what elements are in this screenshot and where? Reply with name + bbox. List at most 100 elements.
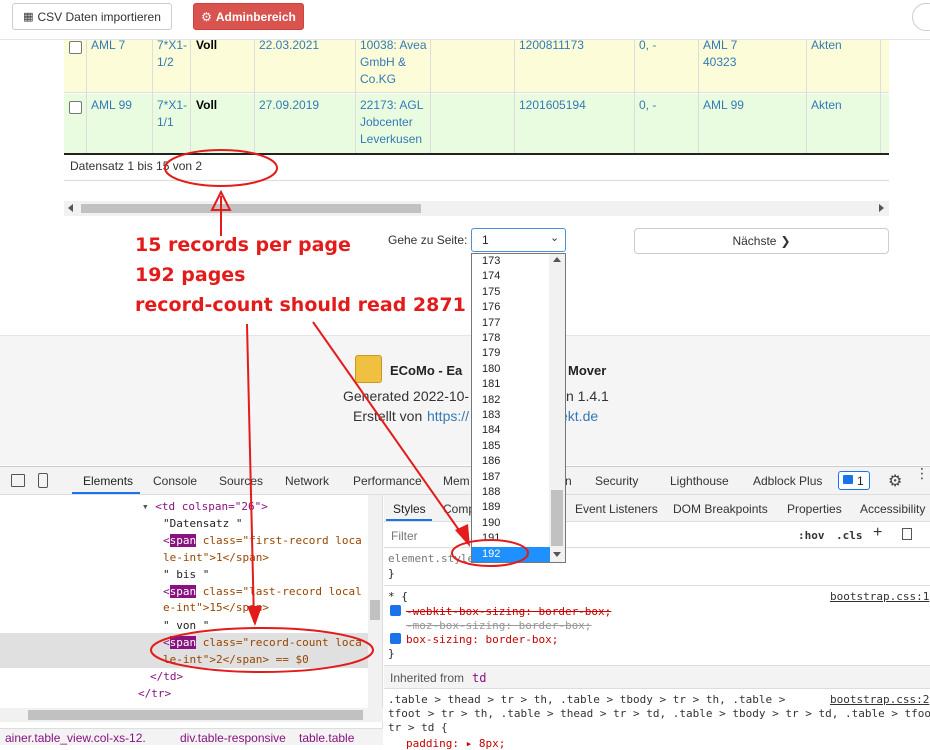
dom-line-selected[interactable]: <span class="record-count loca: [163, 636, 362, 649]
dom-line[interactable]: "Datensatz ": [163, 517, 242, 530]
css-property-overridden[interactable]: -moz-box-sizing: border-box;: [406, 619, 591, 632]
dom-line[interactable]: ▾ <td colspan="26">: [142, 500, 268, 513]
row-2-col-6: 1201605194: [519, 98, 586, 112]
tab-console[interactable]: Console: [153, 474, 197, 488]
dom-line[interactable]: le-int">1</span>: [163, 551, 269, 564]
row-1-col-3: Voll: [196, 38, 218, 52]
dom-line[interactable]: <span class="first-record loca: [163, 534, 362, 547]
tab-adblock[interactable]: Adblock Plus: [753, 474, 822, 488]
row-1-col-2: 7*X1-1/2: [157, 38, 188, 69]
dom-line[interactable]: " von ": [163, 619, 209, 632]
page-option[interactable]: 181: [472, 377, 550, 393]
page-option[interactable]: 182: [472, 393, 550, 409]
breadcrumb-item[interactable]: ainer.table_view.col-xs-12.: [5, 731, 146, 745]
row-checkbox[interactable]: [69, 41, 82, 54]
table-selector[interactable]: .table > thead > tr > th, .table > tbody…: [388, 693, 785, 706]
dom-line-selected[interactable]: le-int">2</span> == $0: [163, 653, 309, 666]
page-option[interactable]: 187: [472, 470, 550, 486]
page-option[interactable]: 183: [472, 408, 550, 424]
element-style-rule[interactable]: element.style: [388, 552, 474, 565]
tab-memory[interactable]: Mem: [443, 474, 470, 488]
css-property[interactable]: box-sizing: border-box;: [406, 633, 558, 646]
row-2-col-1[interactable]: AML 99: [91, 97, 132, 114]
table-selector[interactable]: tr > td {: [388, 721, 448, 734]
page-select[interactable]: 1 ⌄: [471, 228, 566, 252]
page-option[interactable]: 174: [472, 269, 550, 285]
scroll-left-arrow[interactable]: [68, 204, 73, 212]
tab-properties[interactable]: Properties: [787, 502, 842, 516]
tab-sources[interactable]: Sources: [219, 474, 263, 488]
next-page-button[interactable]: Nächste ❯: [634, 228, 889, 254]
admin-button[interactable]: ⚙ Adminbereich: [193, 3, 304, 30]
csv-import-button[interactable]: ▦ CSV Daten importieren: [12, 3, 172, 30]
page-option[interactable]: 180: [472, 362, 550, 378]
page-option[interactable]: 191: [472, 531, 550, 547]
settings-gear-icon[interactable]: ⚙: [888, 471, 902, 491]
hov-toggle[interactable]: :hov: [798, 529, 825, 542]
paint-icon[interactable]: [902, 528, 912, 540]
dom-line[interactable]: e-int">15</span>: [163, 601, 269, 614]
elements-scrollbar[interactable]: [368, 495, 382, 708]
dom-line[interactable]: <span class="last-record local: [163, 585, 362, 598]
tab-security[interactable]: Security: [595, 474, 638, 488]
bootstrap-source-link[interactable]: bootstrap.css:2: [830, 693, 929, 706]
elements-h-scrollbar-thumb[interactable]: [28, 710, 363, 720]
page-option[interactable]: 177: [472, 316, 550, 332]
page-option[interactable]: 179: [472, 346, 550, 362]
scroll-right-arrow[interactable]: [879, 204, 884, 212]
footer-link-start[interactable]: https://: [427, 408, 469, 425]
tab-dom-breakpoints[interactable]: DOM Breakpoints: [673, 502, 768, 516]
bootstrap-source-link[interactable]: bootstrap.css:1: [830, 590, 929, 603]
tab-network[interactable]: Network: [285, 474, 329, 488]
page-option[interactable]: 175: [472, 285, 550, 301]
tab-elements[interactable]: Elements: [83, 474, 133, 488]
styles-filter-input[interactable]: Filter: [391, 529, 418, 543]
dom-line[interactable]: " bis ": [163, 568, 209, 581]
issues-badge[interactable]: 1: [838, 471, 870, 490]
prop-checkbox[interactable]: [390, 605, 401, 616]
cls-toggle[interactable]: .cls: [836, 529, 863, 542]
tab-application[interactable]: n: [565, 474, 572, 488]
page-option[interactable]: 189: [472, 500, 550, 516]
dropdown-scrollbar-thumb[interactable]: [551, 490, 563, 546]
row-checkbox[interactable]: [69, 101, 82, 114]
page-option[interactable]: 185: [472, 439, 550, 455]
elements-h-scrollbar[interactable]: [0, 708, 383, 722]
breadcrumb-item[interactable]: div.table-responsive: [180, 731, 286, 745]
scrollbar-thumb[interactable]: [81, 204, 421, 213]
tab-event-listeners[interactable]: Event Listeners: [575, 502, 658, 516]
prop-checkbox[interactable]: [390, 633, 401, 644]
scroll-down-arrow[interactable]: [553, 552, 561, 557]
scroll-up-arrow[interactable]: [553, 257, 561, 262]
inspect-icon[interactable]: [11, 474, 25, 487]
page-option[interactable]: 178: [472, 331, 550, 347]
breadcrumb-item[interactable]: table.table: [299, 731, 354, 745]
elements-scrollbar-thumb[interactable]: [370, 600, 380, 620]
device-toolbar-icon[interactable]: [38, 473, 48, 488]
row-1-col-1[interactable]: AML 7: [91, 37, 125, 54]
universal-selector[interactable]: * {: [388, 590, 408, 603]
more-options-icon[interactable]: ⋮: [915, 466, 929, 480]
page-option[interactable]: 176: [472, 300, 550, 316]
page-option[interactable]: 192: [472, 546, 550, 563]
page-option[interactable]: 188: [472, 485, 550, 501]
tab-lighthouse[interactable]: Lighthouse: [670, 474, 729, 488]
page-option[interactable]: 173: [472, 254, 550, 270]
dropdown-scrollbar[interactable]: [549, 254, 565, 562]
page-option[interactable]: 190: [472, 516, 550, 532]
tab-styles[interactable]: Styles: [393, 502, 426, 516]
inherited-tag[interactable]: td: [472, 671, 486, 685]
footer-created-by: Erstellt von: [353, 408, 423, 424]
css-property-overridden[interactable]: -webkit-box-sizing: border-box;: [406, 605, 611, 618]
user-avatar-button[interactable]: [912, 3, 930, 31]
page-option[interactable]: 184: [472, 423, 550, 439]
dom-line[interactable]: </tr>: [138, 687, 171, 700]
table-selector[interactable]: tfoot > tr > th, .table > thead > tr > t…: [388, 707, 930, 720]
dom-line[interactable]: </td>: [150, 670, 183, 683]
add-rule-icon[interactable]: +: [873, 524, 882, 542]
padding-property[interactable]: padding: ▸ 8px;: [406, 737, 505, 750]
horizontal-scrollbar[interactable]: [64, 201, 889, 216]
tab-accessibility[interactable]: Accessibility: [860, 502, 925, 516]
page-option[interactable]: 186: [472, 454, 550, 470]
tab-performance[interactable]: Performance: [353, 474, 422, 488]
